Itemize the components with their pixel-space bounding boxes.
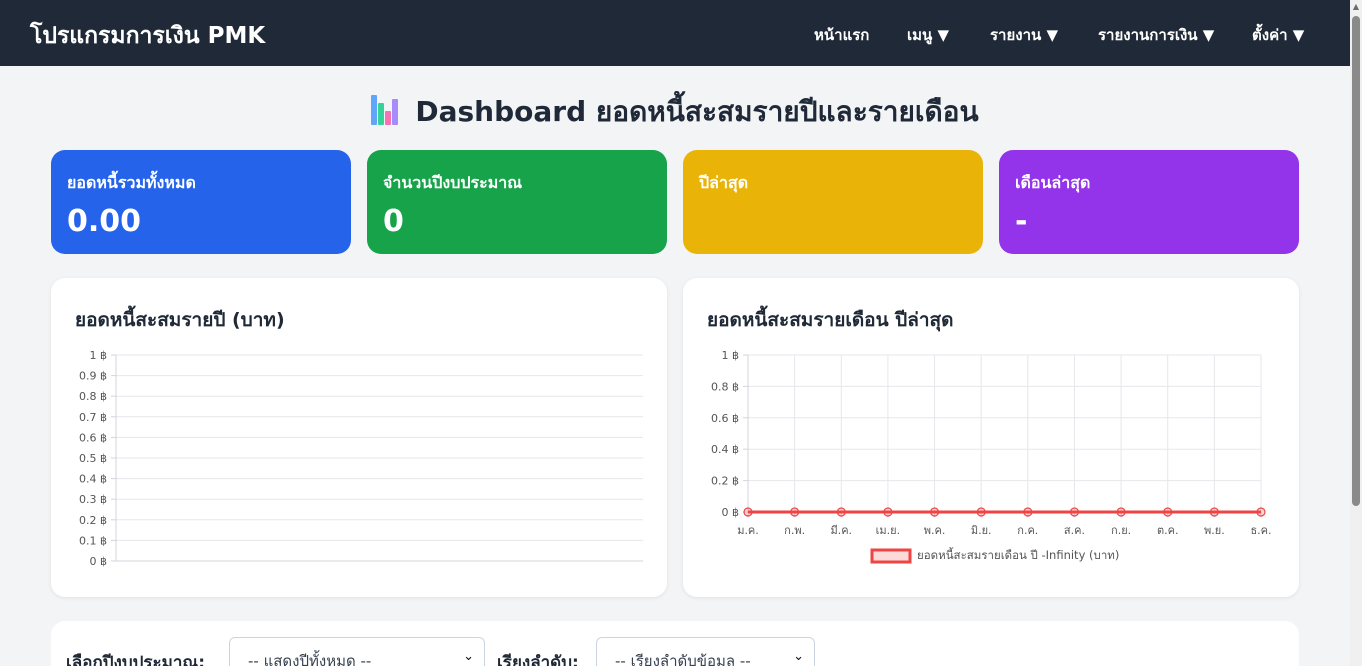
data-point bbox=[1256, 507, 1266, 517]
y-tick-label: 0.8 ฿ bbox=[711, 380, 739, 393]
data-point bbox=[836, 507, 846, 517]
data-point bbox=[790, 507, 800, 517]
sort-label: เรียงลำดับ: bbox=[497, 653, 579, 666]
x-tick-label: ธ.ค. bbox=[1250, 524, 1271, 537]
y-tick-label: 1 ฿ bbox=[722, 349, 740, 362]
nav-financial-reports-dropdown[interactable]: รายงานการเงิน ▼ bbox=[1098, 23, 1214, 47]
bar-chart-emoji-icon bbox=[371, 95, 399, 125]
page-scrollbar[interactable]: ▲ bbox=[1350, 0, 1362, 666]
x-tick-label: มิ.ย. bbox=[971, 524, 992, 537]
year-select-value: -- แสดงปีทั้งหมด -- bbox=[248, 652, 372, 666]
monthly-debt-chart: 1 ฿ 0.8 ฿ 0.6 ฿ 0.4 ฿ 0.2 ฿ 0 ฿ม.ค. ก.พ. มี.ค. เ… bbox=[711, 349, 1272, 564]
y-tick-label: 0.1 ฿ bbox=[79, 534, 107, 547]
sort-select[interactable]: -- เรียงลำดับข้อมูล -- ⌄ bbox=[596, 637, 815, 666]
x-tick-label: พ.ย. bbox=[1204, 524, 1225, 537]
x-tick-label: ม.ค. bbox=[737, 524, 759, 537]
card-label: เดือนล่าสุด bbox=[1015, 173, 1091, 192]
year-filter-label: เลือกปีงบประมาณ: bbox=[66, 653, 205, 666]
latest-year-card: ปีล่าสุด bbox=[683, 150, 983, 254]
nav-home[interactable]: หน้าแรก bbox=[814, 23, 869, 47]
x-tick-label: มี.ค. bbox=[830, 524, 852, 537]
y-tick-label: 0.5 ฿ bbox=[79, 452, 107, 465]
scroll-up-arrow-icon[interactable]: ▲ bbox=[1350, 0, 1362, 14]
card-value: 0 bbox=[383, 204, 404, 239]
x-tick-label: ก.พ. bbox=[784, 524, 805, 537]
data-point bbox=[1116, 507, 1126, 517]
x-tick-label: ส.ค. bbox=[1064, 524, 1085, 537]
y-tick-label: 0.6 ฿ bbox=[79, 431, 107, 444]
card-label: ยอดหนี้รวมทั้งหมด bbox=[67, 173, 196, 192]
total-debt-card: ยอดหนี้รวมทั้งหมด 0.00 bbox=[51, 150, 351, 254]
data-point bbox=[929, 507, 940, 517]
data-point bbox=[743, 507, 753, 517]
y-tick-label: 0.6 ฿ bbox=[711, 412, 739, 425]
x-tick-label: พ.ค. bbox=[924, 524, 946, 537]
y-tick-label: 0 ฿ bbox=[90, 555, 108, 568]
page-title: Dashboard ยอดหนี้สะสมรายปีและรายเดือน bbox=[0, 90, 1350, 134]
yearly-debt-chart-panel: ยอดหนี้สะสมรายปี (บาท) 1 ฿ 0.9 ฿ 0.8 ฿ 0.7 … bbox=[51, 278, 667, 597]
chevron-down-icon: ⌄ bbox=[463, 649, 474, 664]
scroll-thumb[interactable] bbox=[1352, 16, 1360, 506]
y-tick-label: 0.4 ฿ bbox=[79, 473, 107, 486]
y-tick-label: 0.7 ฿ bbox=[79, 411, 107, 424]
data-point bbox=[1209, 507, 1219, 517]
data-point bbox=[1023, 507, 1033, 517]
legend-swatch bbox=[870, 548, 912, 564]
y-tick-label: 0.8 ฿ bbox=[79, 390, 107, 403]
y-tick-label: 0.3 ฿ bbox=[79, 493, 107, 506]
y-tick-label: 0 ฿ bbox=[722, 506, 740, 519]
filter-bar: เลือกปีงบประมาณ: -- แสดงปีทั้งหมด -- ⌄ เ… bbox=[51, 621, 1299, 666]
data-point bbox=[1163, 507, 1173, 517]
nav-settings-dropdown[interactable]: ตั้งค่า ▼ bbox=[1252, 23, 1304, 47]
card-value: 0.00 bbox=[67, 204, 142, 239]
latest-month-card: เดือนล่าสุด - bbox=[999, 150, 1299, 254]
card-value: - bbox=[1015, 204, 1028, 239]
x-tick-label: ต.ค. bbox=[1157, 524, 1179, 537]
x-tick-label: เม.ย. bbox=[876, 524, 900, 537]
card-label: ปีล่าสุด bbox=[699, 173, 749, 192]
card-label: จำนวนปีงบประมาณ bbox=[383, 173, 523, 192]
y-tick-label: 0.2 ฿ bbox=[79, 514, 107, 527]
y-tick-label: 0.2 ฿ bbox=[711, 475, 739, 488]
data-point bbox=[883, 507, 893, 517]
x-tick-label: ก.ย. bbox=[1111, 524, 1131, 537]
nav-reports-dropdown[interactable]: รายงาน ▼ bbox=[990, 23, 1058, 47]
app-brand[interactable]: โปรแกรมการเงิน PMK bbox=[30, 18, 265, 54]
nav-menu-dropdown[interactable]: เมนู ▼ bbox=[907, 23, 949, 47]
monthly-debt-chart-panel: ยอดหนี้สะสมรายเดือน ปีล่าสุด 1 ฿ 0.8 ฿ 0.6… bbox=[683, 278, 1299, 597]
x-tick-label: ก.ค. bbox=[1017, 524, 1038, 537]
data-point bbox=[1069, 507, 1080, 517]
legend-label: ยอดหนี้สะสมรายเดือน ปี -Infinity (บาท) bbox=[917, 547, 1119, 562]
page-title-text: Dashboard ยอดหนี้สะสมรายปีและรายเดือน bbox=[415, 95, 979, 128]
year-select[interactable]: -- แสดงปีทั้งหมด -- ⌄ bbox=[229, 637, 485, 666]
chevron-down-icon: ⌄ bbox=[793, 649, 804, 664]
y-tick-label: 0.4 ฿ bbox=[711, 443, 739, 456]
top-navbar: โปรแกรมการเงิน PMK หน้าแรก เมนู ▼ รายงาน… bbox=[0, 0, 1350, 66]
y-tick-label: 0.9 ฿ bbox=[79, 370, 107, 383]
y-tick-label: 1 ฿ bbox=[90, 349, 108, 362]
fiscal-year-count-card: จำนวนปีงบประมาณ 0 bbox=[367, 150, 667, 254]
data-point bbox=[976, 507, 986, 517]
sort-select-value: -- เรียงลำดับข้อมูล -- bbox=[615, 652, 751, 666]
yearly-debt-chart: 1 ฿ 0.9 ฿ 0.8 ฿ 0.7 ฿ 0.6 ฿ 0.5 ฿ 0.4 ฿ 0.3 ฿ 0.… bbox=[79, 349, 643, 568]
